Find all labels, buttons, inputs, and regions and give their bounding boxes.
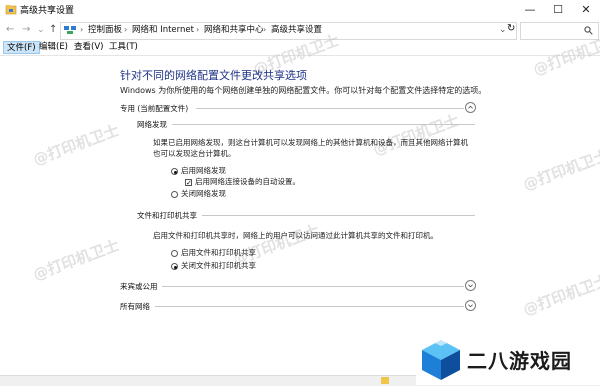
- breadcrumb-control-panel[interactable]: 控制面板: [88, 24, 122, 36]
- crumb-separator: ›: [196, 25, 200, 34]
- title-bar: [0, 0, 600, 20]
- crumb-separator: ›: [80, 25, 84, 34]
- crumb-separator: ›: [124, 25, 128, 34]
- maximize-button[interactable]: ☐: [544, 0, 572, 20]
- all-networks-label[interactable]: 所有网络: [120, 301, 150, 312]
- address-dropdown-icon[interactable]: ⌄: [499, 24, 507, 36]
- section-divider: [196, 108, 464, 109]
- file-sharing-description: 启用文件和打印机共享时，网络上的用户可以访问通过此计算机共享的文件和打印机。: [153, 231, 438, 240]
- watermark: @打印机卫士: [30, 121, 122, 169]
- network-icon: [64, 26, 76, 34]
- chevron-down-icon[interactable]: [465, 300, 476, 311]
- section-divider: [155, 306, 464, 307]
- menu-tools[interactable]: 工具(T): [106, 41, 141, 54]
- page-description: Windows 为你所使用的每个网络创建单独的网络配置文件。你可以针对每个配置文…: [120, 86, 487, 95]
- radio-enable-discovery[interactable]: [171, 168, 178, 175]
- network-discovery-description: 如果已启用网络发现，则这台计算机可以发现网络上的其他计算机和设备，而且其他网络计…: [153, 138, 468, 158]
- window-title: 高级共享设置: [20, 6, 75, 16]
- radio-disable-sharing[interactable]: [171, 263, 178, 270]
- page-title: 针对不同的网络配置文件更改共享选项: [120, 69, 307, 82]
- refresh-button[interactable]: ↻: [507, 23, 515, 35]
- radio-enable-sharing[interactable]: [171, 250, 178, 257]
- private-profile-label[interactable]: 专用 (当前配置文件): [120, 103, 188, 114]
- breadcrumb-advanced-sharing[interactable]: 高级共享设置: [271, 24, 322, 36]
- radio-disable-discovery[interactable]: [171, 191, 178, 198]
- crumb-separator: ›: [263, 25, 267, 34]
- search-icon[interactable]: [584, 26, 593, 35]
- network-discovery-label: 网络发现: [137, 120, 167, 129]
- brand-logo-text: 二八游戏园: [467, 349, 572, 373]
- watermark: @打印机卫士: [520, 271, 600, 319]
- watermark: @打印机卫士: [520, 146, 600, 194]
- forward-button[interactable]: →: [22, 22, 30, 38]
- section-divider: [162, 286, 464, 287]
- up-button[interactable]: ↑: [49, 22, 57, 38]
- menu-edit[interactable]: 编辑(E): [36, 41, 71, 54]
- network-folder-icon: [5, 5, 17, 15]
- chevron-up-icon[interactable]: [465, 102, 476, 113]
- checkbox-auto-setup[interactable]: ✓: [185, 179, 192, 187]
- file-sharing-label: 文件和打印机共享: [137, 211, 197, 220]
- watermark: @打印机卫士: [30, 236, 122, 284]
- cube-logo-icon: [422, 340, 460, 380]
- section-divider: [202, 215, 475, 216]
- back-button[interactable]: ←: [6, 22, 14, 38]
- close-button[interactable]: ✕: [572, 0, 600, 20]
- enable-discovery-label[interactable]: 启用网络发现: [181, 166, 226, 176]
- minimize-button[interactable]: —: [516, 0, 544, 20]
- chevron-down-icon[interactable]: [465, 280, 476, 291]
- breadcrumb-network-sharing-center[interactable]: 网络和共享中心: [204, 24, 264, 36]
- disable-discovery-label[interactable]: 关闭网络发现: [181, 189, 226, 199]
- shield-icon: [381, 377, 389, 384]
- auto-setup-label[interactable]: 启用网络连接设备的自动设置。: [195, 177, 300, 187]
- guest-profile-label[interactable]: 来宾或公用: [120, 281, 158, 292]
- menu-view[interactable]: 查看(V): [71, 41, 106, 54]
- recent-dropdown[interactable]: ⌄: [37, 22, 45, 38]
- enable-sharing-label[interactable]: 启用文件和打印机共享: [181, 248, 256, 258]
- section-divider: [172, 124, 475, 125]
- menu-file[interactable]: 文件(F): [3, 41, 40, 54]
- breadcrumb-network-internet[interactable]: 网络和 Internet: [132, 24, 194, 36]
- disable-sharing-label[interactable]: 关闭文件和打印机共享: [181, 261, 256, 271]
